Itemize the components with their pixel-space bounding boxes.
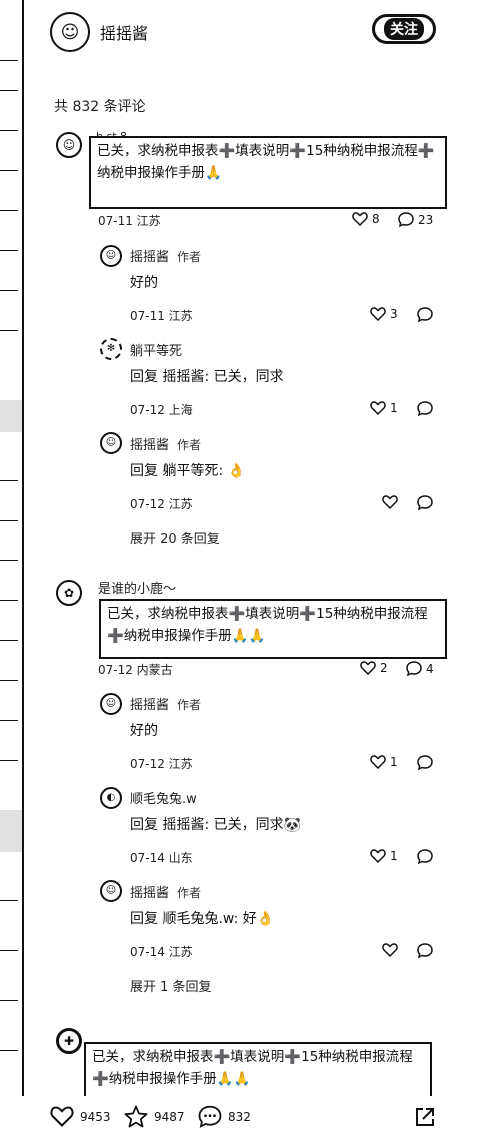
bottom-action-bar: 9453 9487 832	[0, 1096, 478, 1140]
heart-icon	[352, 212, 368, 226]
reply-date-location: 07-12 上海	[130, 403, 193, 417]
heart-icon	[370, 401, 386, 415]
reply-button[interactable]: 23	[398, 212, 433, 227]
author-tag: 作者	[177, 250, 202, 264]
heart-icon	[382, 495, 398, 509]
comment-bubble-icon	[417, 849, 433, 864]
avatar[interactable]: ☺	[56, 132, 82, 158]
post-star-count: 9487	[154, 1109, 185, 1124]
comment-date-location: 07-11 江苏	[98, 214, 161, 228]
comment-bubble-icon	[417, 755, 433, 770]
reply-button[interactable]	[417, 849, 433, 864]
collect-button[interactable]: 9487	[124, 1105, 185, 1128]
like-button[interactable]	[382, 495, 398, 509]
comment-count: 共 832 条评论	[54, 99, 146, 115]
reply-text: 回复 摇摇酱: 已关，同求🐼	[130, 817, 302, 833]
like-count: 1	[390, 401, 398, 415]
background-page-edge	[0, 0, 24, 1140]
expand-replies-button[interactable]: 展开 20 条回复	[130, 528, 220, 547]
author-tag: 作者	[177, 438, 202, 452]
heart-icon	[370, 849, 386, 863]
comment-bubble-icon	[417, 495, 433, 510]
like-count: 3	[390, 307, 398, 321]
like-count: 2	[380, 661, 388, 675]
like-button[interactable]: 8	[352, 212, 380, 226]
comment-post-button[interactable]: 832	[198, 1105, 251, 1128]
reply-text: 好的	[130, 275, 158, 291]
comment-bubble-icon	[398, 212, 414, 227]
like-count: 1	[390, 849, 398, 863]
avatar[interactable]: ✚	[56, 1028, 82, 1054]
reply-username[interactable]: 摇摇酱 作者	[130, 246, 201, 265]
like-post-button[interactable]: 9453	[50, 1106, 111, 1127]
reply-button[interactable]	[417, 943, 433, 958]
like-button[interactable]: 2	[360, 661, 388, 675]
reply-username[interactable]: 摇摇酱 作者	[130, 694, 201, 713]
star-icon	[124, 1105, 148, 1128]
author-tag: 作者	[177, 698, 202, 712]
avatar[interactable]: ☺	[100, 245, 122, 267]
reply-button[interactable]	[417, 307, 433, 322]
reply-count: 23	[418, 212, 434, 227]
reply-date-location: 07-11 江苏	[130, 309, 193, 323]
author-tag: 作者	[177, 886, 202, 900]
comment-bubble-icon	[406, 661, 422, 676]
heart-icon	[370, 307, 386, 321]
expand-replies-button[interactable]: 展开 1 条回复	[130, 976, 212, 995]
avatar[interactable]: ◐	[100, 787, 122, 809]
comment-text: 已关，求纳税申报表➕填表说明➕15种纳税申报流程➕纳税申报操作手册🙏🙏	[84, 1042, 432, 1102]
reply-date-location: 07-14 山东	[130, 851, 193, 865]
reply-text: 回复 摇摇酱: 已关，同求	[130, 369, 284, 385]
comment-bubble-icon	[417, 943, 433, 958]
follow-button[interactable]: 关注	[372, 14, 436, 44]
reply-text: 回复 躺平等死: 👌	[130, 463, 246, 479]
share-icon	[414, 1106, 436, 1128]
comment-bubble-icon	[198, 1105, 222, 1128]
reply-button[interactable]	[417, 755, 433, 770]
like-button[interactable]	[382, 943, 398, 957]
reply-username[interactable]: 摇摇酱 作者	[130, 434, 201, 453]
comment-text: 已关，求纳税申报表➕填表说明➕15种纳税申报流程➕纳税申报操作手册🙏	[89, 136, 447, 209]
avatar[interactable]: ✻	[100, 338, 122, 360]
reply-username[interactable]: 躺平等死	[130, 340, 182, 359]
reply-text: 好的	[130, 723, 158, 739]
reply-date-location: 07-12 江苏	[130, 497, 193, 511]
comment-bubble-icon	[417, 401, 433, 416]
post-comment-count: 832	[228, 1109, 251, 1124]
reply-button[interactable]	[417, 401, 433, 416]
reply-date-location: 07-12 江苏	[130, 757, 193, 771]
avatar[interactable]: ☺	[100, 432, 122, 454]
heart-icon	[370, 755, 386, 769]
avatar[interactable]: ☺	[100, 880, 122, 902]
avatar[interactable]: ☺	[100, 693, 122, 715]
like-count: 1	[390, 755, 398, 769]
reply-button[interactable]: 4	[406, 661, 434, 676]
like-button[interactable]: 1	[370, 755, 398, 769]
reply-date-location: 07-14 江苏	[130, 945, 193, 959]
comment-username[interactable]: 是谁的小鹿～	[98, 578, 176, 597]
author-avatar[interactable]: ☺	[50, 12, 90, 52]
reply-button[interactable]	[417, 495, 433, 510]
reply-count: 4	[426, 661, 434, 676]
comment-bubble-icon	[417, 307, 433, 322]
post-like-count: 9453	[80, 1109, 111, 1124]
like-button[interactable]: 1	[370, 849, 398, 863]
reply-username[interactable]: 摇摇酱 作者	[130, 882, 201, 901]
share-button[interactable]	[414, 1106, 436, 1128]
heart-icon	[360, 661, 376, 675]
heart-icon	[50, 1106, 74, 1127]
heart-icon	[382, 943, 398, 957]
comment-text: 已关，求纳税申报表➕填表说明➕15种纳税申报流程➕纳税申报操作手册🙏🙏	[99, 599, 447, 659]
reply-username[interactable]: 顺毛兔兔.w	[130, 788, 197, 807]
like-count: 8	[372, 212, 380, 226]
like-button[interactable]: 3	[370, 307, 398, 321]
reply-text: 回复 顺毛兔兔.w: 好👌	[130, 911, 275, 927]
comment-date-location: 07-12 内蒙古	[98, 663, 173, 677]
like-button[interactable]: 1	[370, 401, 398, 415]
author-name[interactable]: 摇摇酱	[100, 20, 148, 44]
avatar[interactable]: ✿	[56, 580, 82, 606]
